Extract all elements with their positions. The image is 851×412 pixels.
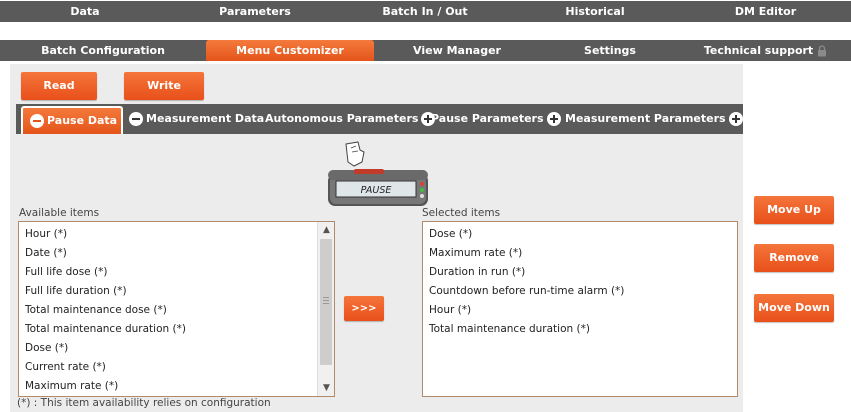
tab-pause-data[interactable]: Pause Data [21,106,124,134]
scroll-up-arrow-icon[interactable]: ▲ [318,222,334,238]
write-button[interactable]: Write [124,72,204,100]
nav-item-view-manager[interactable]: View Manager [374,40,540,61]
tab-autonomous-parameters[interactable]: Autonomous Parameters [265,104,438,134]
list-item[interactable]: Total maintenance duration (*) [19,320,317,339]
tab-label: Pause Data [47,114,118,127]
tab-measurement-parameters[interactable]: Measurement Parameters [565,104,746,134]
nav-item-settings[interactable]: Settings [540,40,680,61]
available-items-list[interactable]: Hour (*) Date (*) Full life dose (*) Ful… [18,221,335,397]
list-item[interactable]: Full life duration (*) [19,282,317,301]
list-item[interactable]: Date (*) [19,244,317,263]
nav-item-menu-customizer[interactable]: Menu Customizer [206,40,374,61]
move-down-button[interactable]: Move Down [754,294,834,322]
list-item[interactable]: Countdown before run-time alarm (*) [423,282,737,301]
available-items-label: Available items [19,207,100,219]
main-nav-row-1: Data Parameters Batch In / Out Historica… [0,1,851,22]
list-item[interactable]: Duration in run (*) [423,263,737,282]
selected-items-label: Selected items [422,207,501,219]
menu-tab-bar: Pause Data Measurement Data Autonomous P… [16,104,743,134]
nav-item-parameters[interactable]: Parameters [170,1,340,22]
tab-label: Measurement Data [146,112,265,125]
list-item[interactable]: Maximum rate (*) [423,244,737,263]
list-item[interactable]: Dose (*) [19,339,317,358]
nav-item-dm-editor[interactable]: DM Editor [680,1,851,22]
plus-circle-icon [728,112,743,126]
list-item[interactable]: Total maintenance dose (*) [19,301,317,320]
scroll-thumb[interactable] [320,239,332,365]
nav-item-historical[interactable]: Historical [510,1,680,22]
available-list-scrollbar[interactable]: ▲ ▼ [317,222,334,396]
tab-measurement-data[interactable]: Measurement Data [126,104,264,134]
nav-item-technical-support[interactable]: Technical support [680,40,851,61]
list-item[interactable]: Full life dose (*) [19,263,317,282]
minus-circle-icon [30,114,44,128]
nav-item-batch-configuration[interactable]: Batch Configuration [0,40,206,61]
add-to-selected-button[interactable]: >>> [344,296,384,321]
tab-label: Measurement Parameters [565,112,726,125]
list-item[interactable]: Hour (*) [19,225,317,244]
tab-pause-parameters[interactable]: Pause Parameters [431,104,564,134]
nav-item-technical-support-label: Technical support [703,44,814,57]
pager-device-icon: PAUSE [328,141,428,206]
list-item[interactable]: Dose (*) [423,225,737,244]
scroll-down-arrow-icon[interactable]: ▼ [318,380,334,396]
nav-item-data[interactable]: Data [0,1,170,22]
plus-circle-icon [546,112,561,126]
pager-screen-text: PAUSE [361,185,392,196]
read-button[interactable]: Read [21,72,97,100]
list-item[interactable]: Maximum rate (*) [19,377,317,396]
list-item[interactable]: Hour (*) [423,301,737,320]
list-item[interactable]: Current rate (*) [19,358,317,377]
lock-icon [818,44,827,56]
configuration-footnote: (*) : This item availability relies on c… [17,397,271,409]
nav-item-batch-in-out[interactable]: Batch In / Out [340,1,510,22]
move-up-button[interactable]: Move Up [754,196,834,224]
main-nav-row-2: Batch Configuration Menu Customizer View… [0,40,851,61]
remove-button[interactable]: Remove [754,244,834,272]
list-item[interactable]: Total maintenance duration (*) [423,320,737,339]
tab-label: Autonomous Parameters [265,112,419,125]
minus-circle-icon [129,112,143,126]
selected-items-list[interactable]: Dose (*) Maximum rate (*) Duration in ru… [422,221,738,397]
tab-label: Pause Parameters [431,112,544,125]
nav-divider [0,22,851,40]
